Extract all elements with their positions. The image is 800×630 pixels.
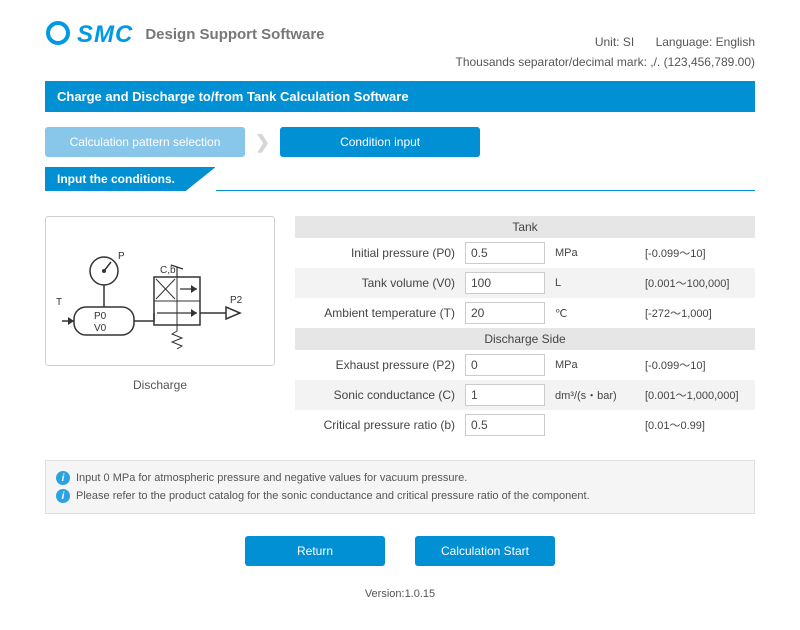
svg-text:C,b: C,b [160,265,176,276]
chevron-right-icon: ❯ [255,132,270,153]
logo-block: SMC Design Support Software [45,20,325,49]
unit-value[interactable]: SI [623,35,634,49]
svg-text:P2: P2 [230,295,243,306]
unit-label: Unit: [595,35,620,49]
unit-exhaust-pressure: MPa [545,359,645,371]
unit-ambient-temp: ℃ [545,307,645,320]
input-tank-volume[interactable] [465,272,545,294]
label-tank-volume: Tank volume (V0) [295,276,465,290]
section-header-tank: Tank [295,216,755,238]
smc-logo-icon [45,20,71,49]
diagram-caption: Discharge [45,378,275,392]
language-value[interactable]: English [716,35,755,49]
range-exhaust-pressure: [-0.099～10] [645,357,755,373]
unit-tank-volume: L [545,277,645,289]
note-1: Input 0 MPa for atmospheric pressure and… [76,472,467,484]
svg-text:P0: P0 [94,311,107,322]
return-button[interactable]: Return [245,536,385,566]
label-exhaust-pressure: Exhaust pressure (P2) [295,358,465,372]
label-initial-pressure: Initial pressure (P0) [295,246,465,260]
notes-box: i Input 0 MPa for atmospheric pressure a… [45,460,755,514]
software-title: Design Support Software [145,26,324,43]
tab-pattern-selection[interactable]: Calculation pattern selection [45,127,245,157]
input-exhaust-pressure[interactable] [465,354,545,376]
page-title-banner: Charge and Discharge to/from Tank Calcul… [45,81,755,112]
range-initial-pressure: [-0.099～10] [645,245,755,261]
brand-text: SMC [77,21,133,49]
header-settings: Unit: SI Language: English [595,35,755,49]
info-icon: i [56,471,70,485]
input-critical-pressure-ratio[interactable] [465,414,545,436]
label-sonic-conductance: Sonic conductance (C) [295,388,465,402]
input-initial-pressure[interactable] [465,242,545,264]
unit-sonic-conductance: dm³/(s・bar) [545,387,645,403]
section-ribbon: Input the conditions. [45,167,215,191]
version-text: Version:1.0.15 [45,588,755,600]
calculation-start-button[interactable]: Calculation Start [415,536,555,566]
circuit-diagram: P0 V0 T P [45,216,275,366]
svg-text:P: P [118,251,125,262]
range-ambient-temp: [-272～1,000] [645,305,755,321]
info-icon: i [56,489,70,503]
svg-text:V0: V0 [94,323,107,334]
range-critical-pressure-ratio: [0.01～0.99] [645,417,755,433]
section-header-discharge: Discharge Side [295,328,755,350]
separator-note: Thousands separator/decimal mark: ,/. (1… [45,55,755,69]
range-sonic-conductance: [0.001～1,000,000] [645,387,755,403]
svg-text:T: T [56,297,62,308]
label-critical-pressure-ratio: Critical pressure ratio (b) [295,418,465,432]
range-tank-volume: [0.001～100,000] [645,275,755,291]
step-tabs: Calculation pattern selection ❯ Conditio… [45,127,755,157]
language-label: Language: [656,35,713,49]
tab-condition-input[interactable]: Condition input [280,127,480,157]
input-sonic-conductance[interactable] [465,384,545,406]
note-2: Please refer to the product catalog for … [76,490,590,502]
label-ambient-temp: Ambient temperature (T) [295,306,465,320]
unit-initial-pressure: MPa [545,247,645,259]
input-ambient-temp[interactable] [465,302,545,324]
